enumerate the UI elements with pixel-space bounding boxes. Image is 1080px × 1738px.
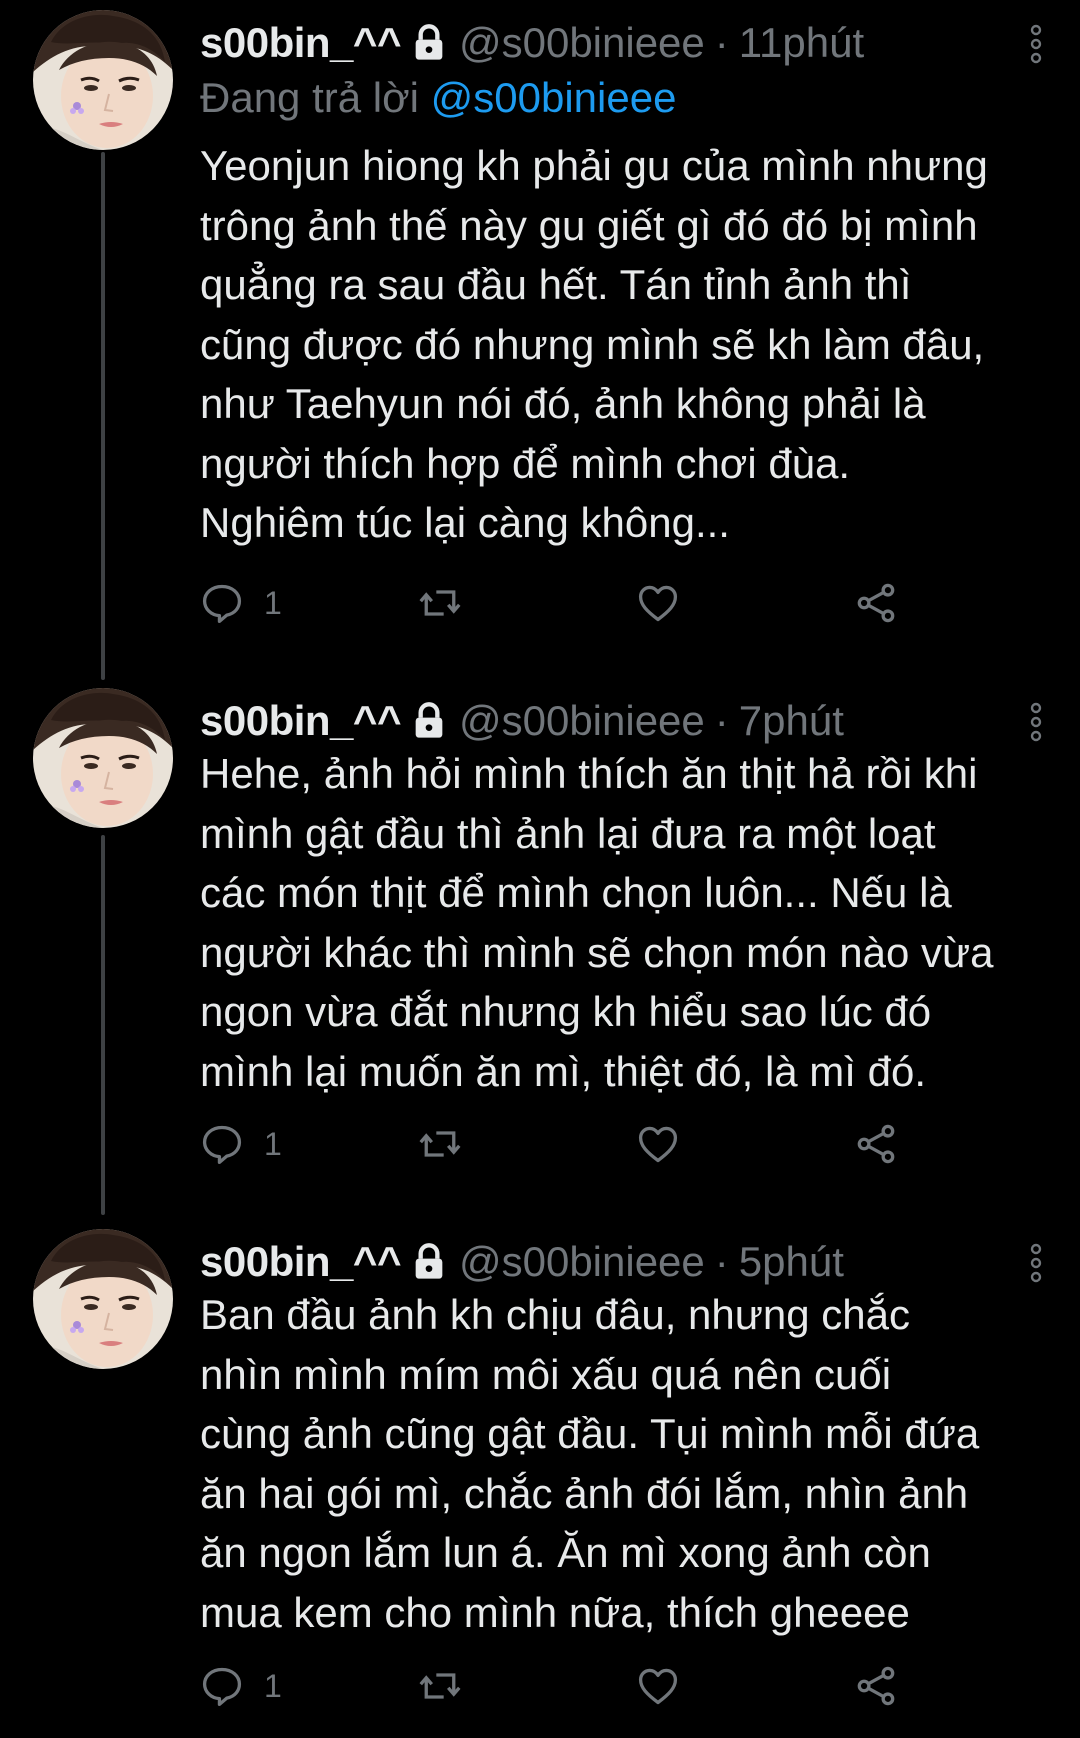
like-icon: [636, 581, 680, 625]
like-icon: [636, 1664, 680, 1708]
more-options-icon[interactable]: [1028, 702, 1044, 742]
tweet-text: Ban đầu ảnh kh chịu đâu, nhưng chắc nhìn…: [200, 1291, 980, 1636]
share-button[interactable]: [854, 578, 898, 628]
tweet-header: s00bin_^^ @s00binieee · 11phút: [200, 10, 1000, 76]
display-name[interactable]: s00bin_^^: [200, 697, 401, 745]
retweet-button[interactable]: [418, 1119, 462, 1169]
retweet-icon: [418, 1664, 462, 1708]
separator: ·: [714, 19, 729, 66]
display-name[interactable]: s00bin_^^: [200, 1238, 401, 1286]
tweet-text: Hehe, ảnh hỏi mình thích ăn thịt hả rồi …: [200, 750, 994, 1095]
reply-icon: [200, 1122, 244, 1166]
reply-icon: [200, 581, 244, 625]
avatar[interactable]: [33, 1229, 173, 1369]
retweet-icon: [418, 581, 462, 625]
separator: ·: [714, 697, 729, 744]
display-name[interactable]: s00bin_^^: [200, 19, 401, 67]
timestamp[interactable]: 7phút: [739, 697, 844, 745]
lock-icon: [409, 23, 449, 63]
reply-button[interactable]: 1: [200, 1661, 282, 1711]
like-icon: [636, 1122, 680, 1166]
like-button[interactable]: [636, 1661, 680, 1711]
reply-count: 1: [264, 1667, 282, 1704]
retweet-button[interactable]: [418, 578, 462, 628]
timestamp[interactable]: 5phút: [739, 1238, 844, 1286]
user-handle[interactable]: @s00binieee: [459, 697, 705, 745]
timestamp[interactable]: 11phút: [739, 19, 864, 67]
tweet-text: Yeonjun hiong kh phải gu của mình nhưng …: [200, 142, 988, 546]
tweet-actions: 1: [200, 578, 920, 628]
tweet-actions: 1: [200, 1661, 920, 1711]
share-icon: [854, 1122, 898, 1166]
share-button[interactable]: [854, 1661, 898, 1711]
reply-icon: [200, 1664, 244, 1708]
share-icon: [854, 1664, 898, 1708]
thread-connector-line: [101, 835, 105, 1215]
more-options-icon[interactable]: [1028, 1243, 1044, 1283]
lock-icon: [409, 701, 449, 741]
share-icon: [854, 581, 898, 625]
reply-button[interactable]: 1: [200, 578, 282, 628]
user-handle[interactable]: @s00binieee: [459, 1238, 705, 1286]
reply-button[interactable]: 1: [200, 1119, 282, 1169]
mention-link[interactable]: @s00binieee: [431, 74, 677, 121]
tweet-actions: 1: [200, 1119, 920, 1169]
separator: ·: [714, 1238, 729, 1285]
replying-to: Đang trả lời @s00binieee: [200, 74, 676, 122]
retweet-icon: [418, 1122, 462, 1166]
lock-icon: [409, 1242, 449, 1282]
like-button[interactable]: [636, 1119, 680, 1169]
more-options-icon[interactable]: [1028, 24, 1044, 64]
reply-count: 1: [264, 1125, 282, 1162]
reply-count: 1: [264, 584, 282, 621]
share-button[interactable]: [854, 1119, 898, 1169]
avatar[interactable]: [33, 688, 173, 828]
retweet-button[interactable]: [418, 1661, 462, 1711]
avatar[interactable]: [33, 10, 173, 150]
like-button[interactable]: [636, 578, 680, 628]
user-handle[interactable]: @s00binieee: [459, 19, 705, 67]
thread-connector-line: [101, 152, 105, 680]
replying-to-label: Đang trả lời: [200, 74, 419, 121]
